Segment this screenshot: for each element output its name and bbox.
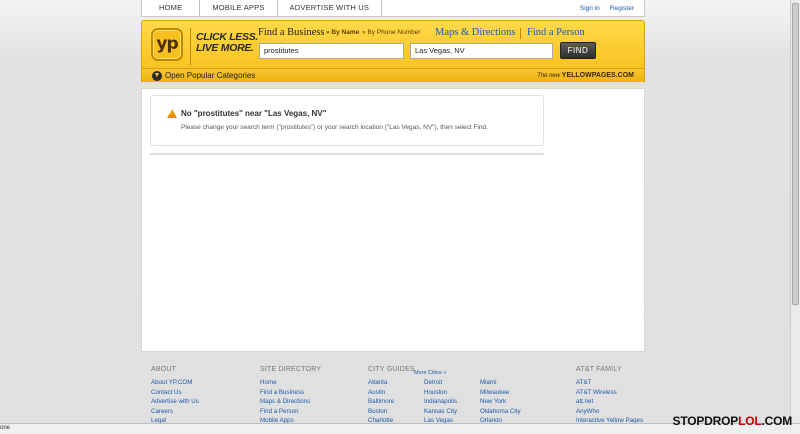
footer-link[interactable]: Contact Us xyxy=(151,388,199,398)
new-yellowpages-label: The new YELLOWPAGES.COM xyxy=(537,72,634,79)
footer-link[interactable]: Home xyxy=(260,378,321,388)
warning-icon-mark: ! xyxy=(170,110,172,116)
city-link[interactable]: Milwaukee xyxy=(480,388,521,398)
footer-link[interactable]: Find a Business xyxy=(260,388,321,398)
city-link[interactable]: Indianapolis xyxy=(424,397,457,407)
city-link[interactable]: Boston xyxy=(368,407,415,417)
footer-about: ABOUT About YP.COM Contact Us Advertise … xyxy=(151,366,199,426)
new-yp-site: YELLOWPAGES.COM xyxy=(561,72,634,79)
tagline-line-2: LIVE MORE. xyxy=(196,42,254,54)
footer-link[interactable]: Find a Person xyxy=(260,407,321,417)
nav-mobile-apps[interactable]: MOBILE APPS xyxy=(200,0,278,16)
scrollbar-thumb[interactable] xyxy=(792,3,799,305)
footer-link[interactable]: Advertise with Us xyxy=(151,397,199,407)
city-link[interactable]: Austin xyxy=(368,388,415,398)
city-link[interactable]: Houston xyxy=(424,388,457,398)
find-business-tab[interactable]: Find a Business xyxy=(258,27,325,38)
sign-in-link[interactable]: Sign in xyxy=(580,5,600,12)
city-link[interactable]: Kansas City xyxy=(424,407,457,417)
footer-att-title: AT&T FAMILY xyxy=(576,366,622,373)
watermark-part-3: .COM xyxy=(761,414,792,428)
no-results-message: ! No "prostitutes" near "Las Vegas, NV" … xyxy=(150,95,544,146)
footer-link[interactable]: AT&T Wireless xyxy=(576,388,643,398)
register-link[interactable]: Register xyxy=(610,5,634,12)
city-link[interactable]: Miami xyxy=(480,378,521,388)
footer-directory-title: SITE DIRECTORY xyxy=(260,366,322,373)
footer-city-guides: CITY GUIDES Atlanta Austin Baltimore Bos… xyxy=(368,366,415,426)
status-text: one xyxy=(0,425,11,431)
nav-advertise[interactable]: ADVERTISE WITH US xyxy=(278,0,383,16)
account-links: Sign in Register xyxy=(580,5,644,12)
watermark-part-1: STOPDROP xyxy=(672,414,739,428)
open-categories-link[interactable]: Open Popular Categories xyxy=(165,71,255,80)
by-phone-link[interactable]: » By Phone Number xyxy=(362,29,421,36)
vertical-scrollbar[interactable] xyxy=(790,0,800,423)
footer-att-family: AT&T FAMILY AT&T AT&T Wireless att.net A… xyxy=(576,366,643,426)
tagline: CLICK LESS. LIVE MORE. xyxy=(196,32,258,54)
no-results-body: Please change your search term ("prostit… xyxy=(181,124,488,131)
footer-link[interactable]: About YP.COM xyxy=(151,378,199,388)
city-link[interactable]: Detroit xyxy=(424,378,457,388)
footer-about-title: ABOUT xyxy=(151,366,177,373)
footer-city-col-3: Miami Milwaukee New York Oklahoma City O… xyxy=(480,378,521,426)
watermark-part-2: LOL xyxy=(738,414,762,428)
logo-divider xyxy=(190,28,191,65)
footer-link[interactable]: Careers xyxy=(151,407,199,417)
find-button[interactable]: FIND xyxy=(560,42,596,59)
categories-bar: ▼ Open Popular Categories The new YELLOW… xyxy=(142,68,644,82)
footer-site-directory: SITE DIRECTORY Home Find a Business Maps… xyxy=(260,366,321,426)
content-divider xyxy=(150,153,544,155)
city-link[interactable]: New York xyxy=(480,397,521,407)
city-link[interactable]: Atlanta xyxy=(368,378,415,388)
maps-directions-tab[interactable]: Maps & Directions xyxy=(435,27,516,38)
footer-link[interactable]: AnyWho xyxy=(576,407,643,417)
city-link[interactable]: Oklahoma City xyxy=(480,407,521,417)
site-watermark: STOPDROPLOL.COM xyxy=(672,414,793,428)
new-yp-prefix: The new xyxy=(537,73,561,79)
search-input[interactable]: prostitutes xyxy=(259,43,404,59)
footer-link[interactable]: AT&T xyxy=(576,378,643,388)
nav-home[interactable]: HOME xyxy=(142,0,201,16)
by-name-link[interactable]: » By Name xyxy=(326,29,359,36)
footer-link[interactable]: Maps & Directions xyxy=(260,397,321,407)
city-link[interactable]: Baltimore xyxy=(368,397,415,407)
footer-city-col-2: Detroit Houston Indianapolis Kansas City… xyxy=(424,378,457,426)
footer-link[interactable]: att.net xyxy=(576,397,643,407)
yp-logo-text: yp xyxy=(156,34,178,54)
chevron-down-icon[interactable]: ▼ xyxy=(152,71,162,81)
more-cities-link[interactable]: More Cities » xyxy=(414,370,446,376)
page-container: HOME MOBILE APPS ADVERTISE WITH US Sign … xyxy=(141,0,645,434)
find-person-tab[interactable]: Find a Person xyxy=(527,27,585,38)
footer-cities-title: CITY GUIDES xyxy=(368,366,415,373)
tab-separator xyxy=(520,28,521,39)
location-input[interactable]: Las Vegas, NV xyxy=(410,43,553,59)
yp-logo[interactable]: yp xyxy=(151,28,183,61)
main-content: ! No "prostitutes" near "Las Vegas, NV" … xyxy=(141,88,645,352)
top-nav: HOME MOBILE APPS ADVERTISE WITH US Sign … xyxy=(141,0,645,17)
no-results-title: No "prostitutes" near "Las Vegas, NV" xyxy=(181,109,327,118)
warning-icon xyxy=(167,109,177,118)
search-header: yp CLICK LESS. LIVE MORE. Find a Busines… xyxy=(141,20,645,82)
